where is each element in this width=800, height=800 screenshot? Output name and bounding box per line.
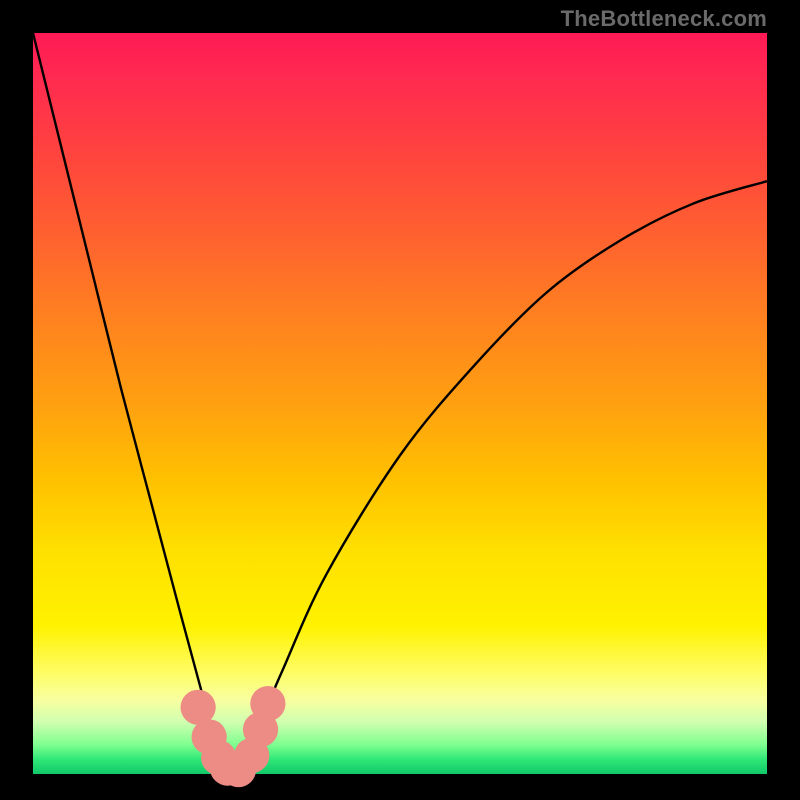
- bottleneck-curve: [33, 33, 767, 774]
- chart-svg: [0, 0, 800, 800]
- outer-frame: TheBottleneck.com: [0, 0, 800, 800]
- curve-marker: [250, 686, 285, 721]
